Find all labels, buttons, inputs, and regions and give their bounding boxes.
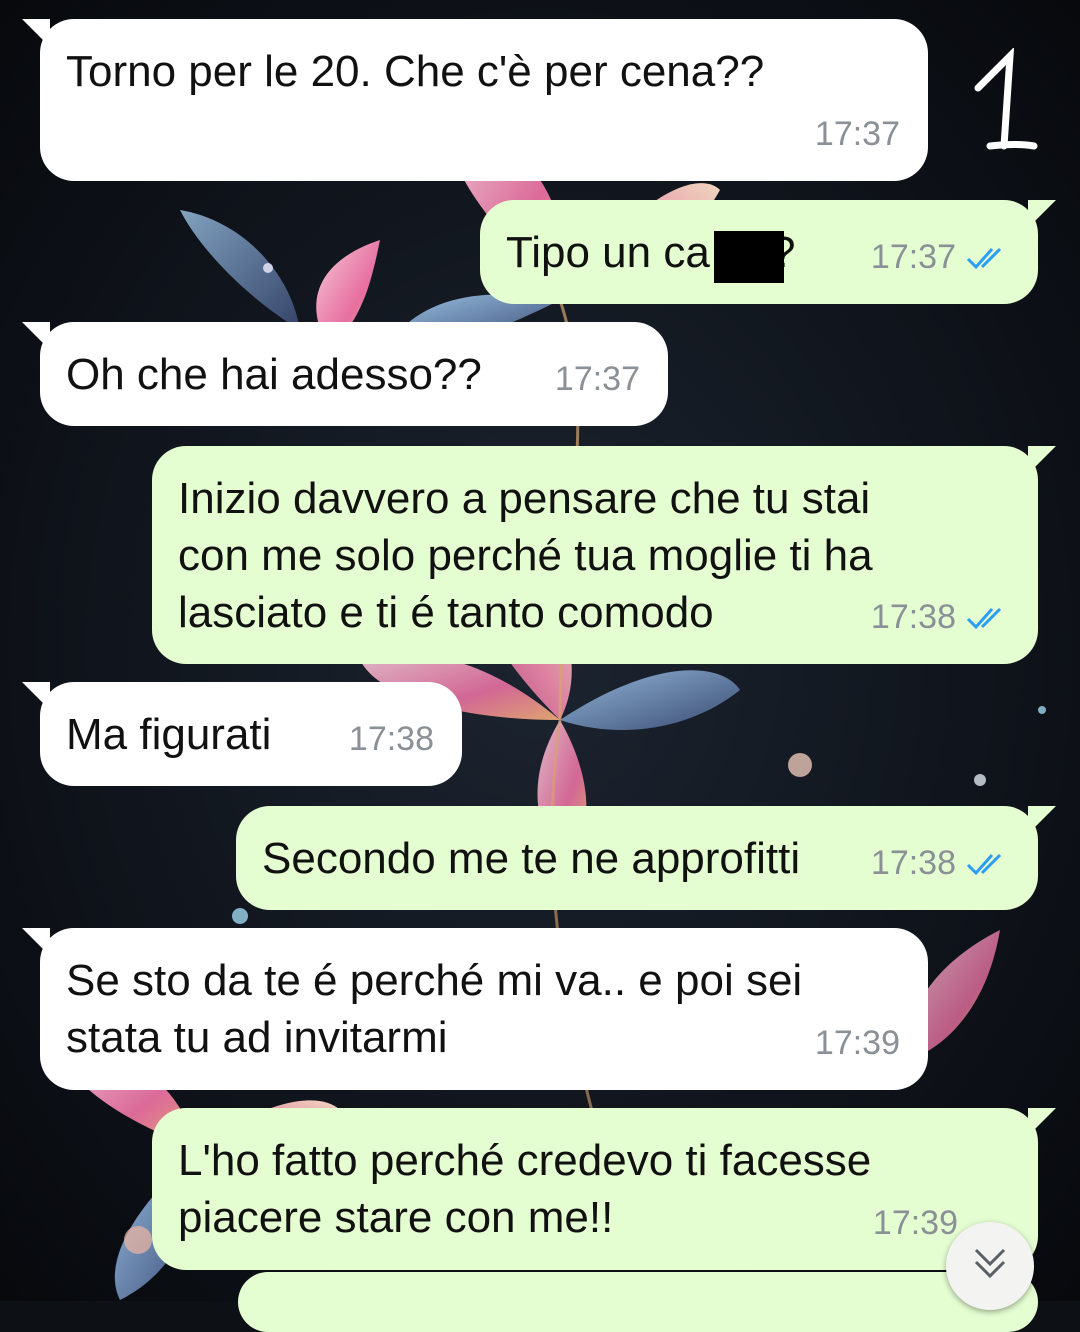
bubble-tail-icon	[1028, 446, 1056, 474]
message-time: 17:39	[872, 1204, 958, 1242]
message-time: 17:38	[348, 720, 434, 758]
message-time: 17:37	[814, 115, 900, 153]
message-time: 17:38	[870, 844, 956, 882]
chevron-double-down-icon	[974, 1248, 1006, 1279]
bubble-tail-icon	[22, 682, 50, 710]
message-bubble-incoming[interactable]: Oh che hai adesso?? 17:37	[22, 322, 668, 426]
bubble-tail-icon	[22, 928, 50, 956]
message-time: 17:38	[870, 598, 956, 636]
message-bubble-incoming[interactable]: Ma figurati 17:38	[22, 682, 462, 786]
message-bubble-outgoing[interactable]: Inizio davvero a pensare che tu stai con…	[152, 446, 1056, 664]
bubble-tail-icon	[1028, 1108, 1056, 1136]
double-check-icon	[966, 607, 1002, 629]
message-bubble-incoming[interactable]: Torno per le 20. Che c'è per cena?? 17:3…	[22, 19, 928, 181]
double-check-icon	[966, 247, 1002, 269]
message-bubble-outgoing[interactable]: Secondo me te ne approfitti 17:38	[236, 806, 1056, 910]
scroll-to-bottom-button[interactable]	[946, 1222, 1034, 1310]
bubble-tail-icon	[22, 322, 50, 350]
message-time: 17:37	[554, 360, 640, 398]
redaction-box	[714, 231, 784, 283]
message-time: 17:37	[870, 238, 956, 276]
message-text: Se sto da te é perché mi va.. e poi sei …	[66, 956, 803, 1062]
page-number-annotation: 1	[974, 48, 1038, 150]
message-bubble-outgoing[interactable]: L'ho fatto perché credevo ti facesse pia…	[152, 1108, 1056, 1270]
message-bubble-outgoing-partial[interactable]	[238, 1272, 1038, 1332]
message-text: Torno per le 20. Che c'è per cena??	[66, 47, 765, 96]
bubble-tail-icon	[1028, 806, 1056, 834]
message-time: 17:39	[814, 1024, 900, 1062]
message-bubble-incoming[interactable]: Se sto da te é perché mi va.. e poi sei …	[22, 928, 928, 1090]
double-check-icon	[966, 853, 1002, 875]
bubble-tail-icon	[1028, 200, 1056, 228]
bubble-tail-icon	[22, 19, 50, 47]
